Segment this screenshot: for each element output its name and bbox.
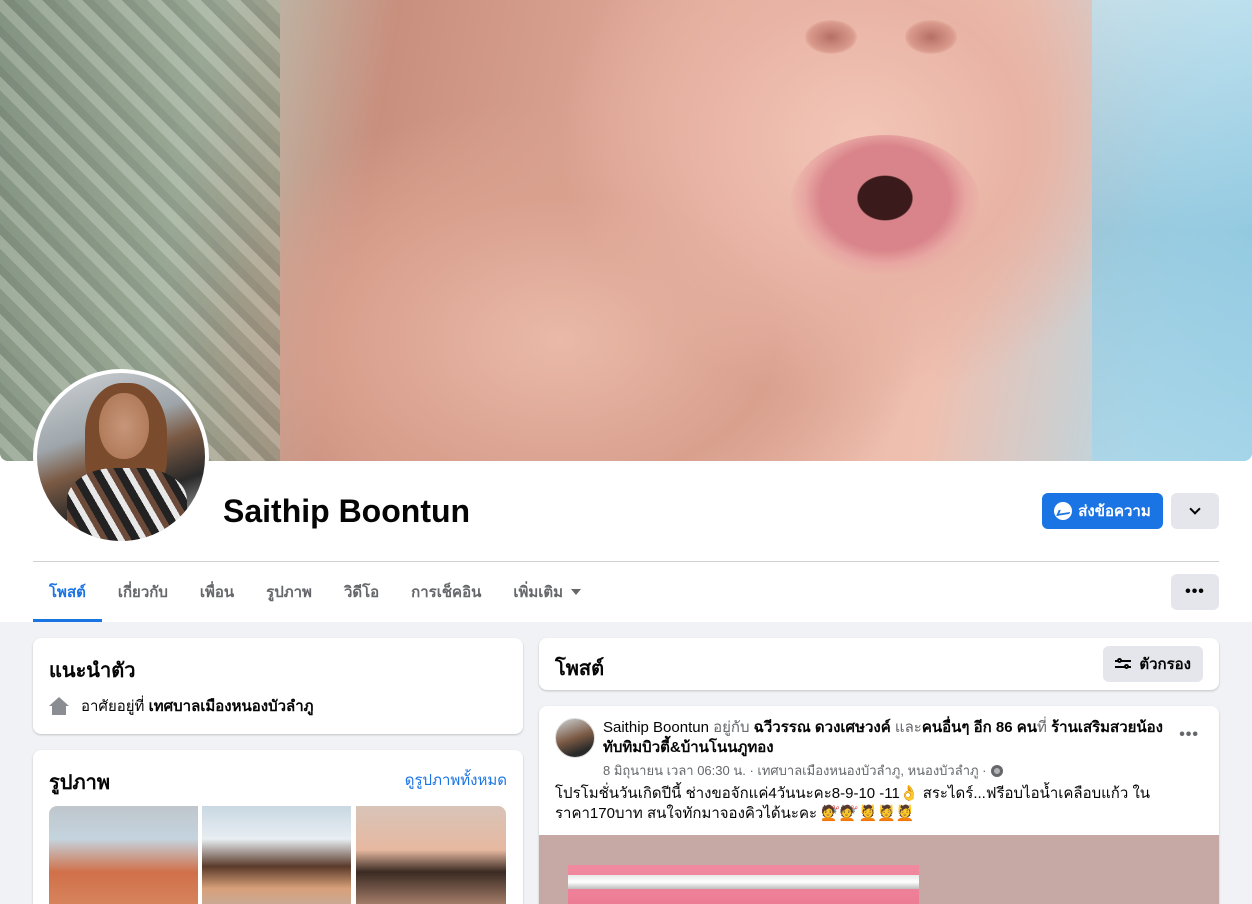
tab-label: โพสต์ — [49, 584, 86, 601]
send-message-button[interactable]: ส่งข้อความ — [1042, 493, 1163, 529]
tab-more[interactable]: เพิ่มเติม — [497, 562, 597, 622]
messenger-icon — [1054, 502, 1073, 520]
post-others-link[interactable]: คนอื่นๆ อีก 86 คน — [922, 719, 1037, 736]
post-options-button[interactable]: ••• — [1179, 726, 1199, 744]
post-author-link[interactable]: Saithip Boontun — [603, 719, 709, 736]
avatar — [37, 373, 205, 541]
filter-label: ตัวกรอง — [1139, 656, 1191, 673]
see-all-photos-link[interactable]: ดูรูปภาพทั้งหมด — [405, 768, 507, 792]
profile-options-button[interactable] — [1171, 493, 1219, 529]
post-image[interactable] — [539, 835, 1219, 904]
tab-photos[interactable]: รูปภาพ — [250, 562, 328, 622]
photo-thumbnail[interactable] — [356, 806, 506, 904]
chevron-down-icon — [1189, 503, 1201, 515]
avatar-detail — [99, 393, 149, 459]
post-text: โปรโมชั่นวันเกิดปีนี้ ช่างขอจักแค่4วันนะ… — [555, 785, 1151, 822]
lives-in-row: อาศัยอยู่ที่ เทศบาลเมืองหนองบัวลำภู — [49, 694, 314, 718]
globe-icon — [990, 764, 1003, 777]
tab-checkins[interactable]: การเช็คอิน — [395, 562, 497, 622]
post-image-detail — [568, 875, 919, 889]
tab-label: วิดีโอ — [343, 584, 380, 601]
post-header: Saithip Boontun อยู่กับ ฉวีวรรณ ดวงเศษวง… — [603, 718, 1163, 758]
post-at-word: ที่ — [1037, 719, 1047, 736]
cover-photo-detail — [790, 135, 980, 275]
post-and-word: และ — [894, 719, 922, 736]
profile-name: Saithip Boontun — [223, 493, 471, 529]
profile-header: Saithip Boontun ส่งข้อความ โพสต์ เกี่ยวก… — [0, 0, 1252, 622]
photo-thumbnail[interactable] — [202, 806, 351, 904]
post-meta: 8 มิถุนายน เวลา 06:30 น. · เทศบาลเมืองหน… — [603, 760, 1003, 781]
photo-thumbnail[interactable] — [49, 806, 198, 904]
post-author-avatar[interactable] — [555, 718, 595, 758]
lives-in-text: อาศัยอยู่ที่ เทศบาลเมืองหนองบัวลำภู — [81, 694, 314, 718]
lives-in-place-link[interactable]: เทศบาลเมืองหนองบัวลำภู — [149, 698, 314, 715]
cover-photo[interactable] — [0, 0, 1252, 461]
ellipsis-icon: ••• — [1185, 583, 1205, 600]
lives-in-prefix: อาศัยอยู่ที่ — [81, 698, 145, 715]
post-tagged-link[interactable]: ฉวีวรรณ ดวงเศษวงค์ — [754, 719, 891, 736]
home-icon — [49, 697, 69, 715]
tab-label: เกี่ยวกับ — [117, 584, 168, 601]
intro-card: แนะนำตัว อาศัยอยู่ที่ เทศบาลเมืองหนองบัว… — [33, 638, 523, 734]
profile-picture[interactable] — [33, 369, 209, 545]
profile-tabs: โพสต์ เกี่ยวกับ เพื่อน รูปภาพ วิดีโอ การ… — [33, 562, 597, 622]
caret-down-icon — [571, 589, 582, 595]
tab-posts[interactable]: โพสต์ — [33, 562, 102, 622]
intro-title: แนะนำตัว — [49, 660, 136, 682]
filter-button[interactable]: ตัวกรอง — [1103, 646, 1203, 682]
photos-title: รูปภาพ — [49, 772, 111, 794]
photos-card: รูปภาพ ดูรูปภาพทั้งหมด — [33, 750, 523, 904]
tab-label: เพื่อน — [199, 584, 235, 601]
posts-title: โพสต์ — [555, 658, 605, 680]
cover-photo-detail — [805, 20, 857, 54]
post-with-word: อยู่กับ — [713, 719, 750, 736]
tab-friends[interactable]: เพื่อน — [184, 562, 250, 622]
tab-label: รูปภาพ — [266, 584, 312, 601]
more-options-button[interactable]: ••• — [1171, 574, 1219, 610]
posts-header-card: โพสต์ ตัวกรอง — [539, 638, 1219, 690]
post-card: Saithip Boontun อยู่กับ ฉวีวรรณ ดวงเศษวง… — [539, 706, 1219, 904]
tab-videos[interactable]: วิดีโอ — [328, 562, 395, 622]
filter-icon — [1115, 658, 1132, 670]
cover-photo-blanket — [1092, 0, 1252, 461]
post-timestamp[interactable]: 8 มิถุนายน เวลา 06:30 น. · เทศบาลเมืองหน… — [603, 760, 987, 781]
tab-label: เพิ่มเติม — [513, 584, 564, 601]
cover-photo-detail — [905, 20, 957, 54]
avatar-detail — [67, 468, 187, 541]
tab-about[interactable]: เกี่ยวกับ — [102, 562, 184, 622]
tab-label: การเช็คอิน — [411, 584, 482, 601]
send-message-label: ส่งข้อความ — [1078, 503, 1151, 520]
